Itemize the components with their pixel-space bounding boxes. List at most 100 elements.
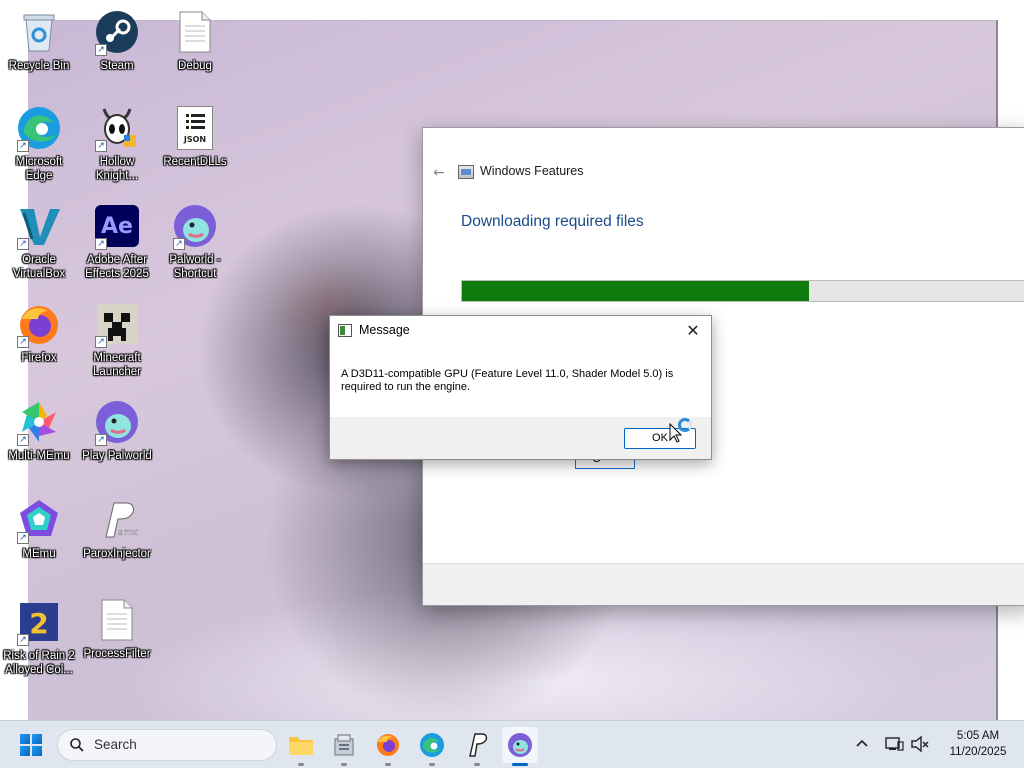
running-indicator bbox=[474, 763, 480, 766]
json-badge: JSON bbox=[183, 135, 207, 144]
desktop: Recycle Bin ↗ Microsoft Edge ↗ Oracle Vi… bbox=[0, 0, 1024, 720]
palworld-icon bbox=[508, 733, 532, 757]
memu-icon: ↗ bbox=[15, 496, 63, 544]
firefox-icon bbox=[377, 734, 399, 756]
taskbar-edge[interactable] bbox=[414, 727, 450, 766]
shortcut-arrow-icon: ↗ bbox=[17, 336, 29, 348]
windows-features-app-icon bbox=[458, 165, 474, 179]
volume-muted-icon[interactable] bbox=[910, 734, 930, 754]
svg-text:2: 2 bbox=[29, 607, 48, 640]
shortcut-arrow-icon: ↗ bbox=[95, 140, 107, 152]
taskbar-parox[interactable] bbox=[459, 727, 495, 766]
palworld-icon: ↗ bbox=[171, 202, 219, 250]
taskbar-palworld[interactable] bbox=[502, 727, 538, 766]
desktop-icon-virtualbox[interactable]: ↗ Oracle VirtualBox bbox=[0, 202, 78, 281]
desktop-icon-steam[interactable]: ↗ Steam bbox=[78, 8, 156, 73]
desktop-icon-label: Multi-MEmu bbox=[8, 450, 70, 462]
file-explorer-icon bbox=[289, 737, 313, 755]
desktop-icon-label: RecentDLLs bbox=[163, 156, 227, 168]
search-icon bbox=[70, 738, 84, 752]
desktop-icon-label: Risk of Rain 2 Alloyed Col... bbox=[3, 650, 75, 676]
recycle-bin-icon bbox=[15, 8, 63, 56]
desktop-icon-recycle-bin[interactable]: Recycle Bin bbox=[0, 8, 78, 73]
taskbar-file-explorer[interactable] bbox=[283, 727, 319, 766]
clock-time: 5:05 AM bbox=[956, 730, 1000, 742]
document-icon bbox=[93, 596, 141, 644]
progress-fill bbox=[462, 281, 809, 301]
back-arrow-icon[interactable]: ← bbox=[430, 164, 448, 182]
json-file-icon: JSON bbox=[171, 104, 219, 152]
close-icon[interactable]: ✕ bbox=[681, 320, 705, 342]
desktop-icon-label: Oracle VirtualBox bbox=[12, 254, 66, 280]
desktop-icon-hollow-knight[interactable]: ↗ Hollow Knight... bbox=[78, 104, 156, 183]
download-progress-bar bbox=[461, 280, 1024, 302]
desktop-icon-label: Minecraft Launcher bbox=[93, 352, 141, 378]
desktop-icon-multi-memu[interactable]: ↗ Multi-MEmu bbox=[0, 398, 78, 463]
parox-icon: arox bbox=[93, 496, 141, 544]
taskbar-search-box[interactable]: Search bbox=[57, 729, 277, 761]
download-heading: Downloading required files bbox=[461, 213, 644, 230]
shortcut-arrow-icon: ↗ bbox=[173, 238, 185, 250]
desktop-icon-label: Adobe After Effects 2025 bbox=[85, 254, 149, 280]
shortcut-arrow-icon: ↗ bbox=[95, 44, 107, 56]
desktop-icon-play-palworld[interactable]: ↗ Play Palworld bbox=[78, 398, 156, 463]
shortcut-arrow-icon: ↗ bbox=[17, 532, 29, 544]
shortcut-arrow-icon: ↗ bbox=[17, 434, 29, 446]
desktop-icon-label: Steam bbox=[100, 60, 134, 72]
dialog-body: A D3D11-compatible GPU (Feature Level 11… bbox=[330, 346, 711, 418]
document-icon bbox=[171, 8, 219, 56]
running-indicator bbox=[512, 763, 528, 766]
desktop-icon-edge[interactable]: ↗ Microsoft Edge bbox=[0, 104, 78, 183]
taskbar-firefox[interactable] bbox=[370, 727, 406, 766]
desktop-icon-label: Hollow Knight... bbox=[95, 156, 139, 182]
risk-of-rain-icon: 2 ↗ bbox=[15, 598, 63, 646]
file-manager-icon bbox=[334, 734, 354, 756]
desktop-icon-risk-of-rain[interactable]: 2 ↗ Risk of Rain 2 Alloyed Col... bbox=[0, 598, 78, 677]
minecraft-icon: ↗ bbox=[93, 300, 141, 348]
hollow-knight-icon: ↗ bbox=[93, 104, 141, 152]
dialog-footer: OK bbox=[330, 417, 711, 459]
edge-icon bbox=[420, 733, 444, 757]
search-placeholder: Search bbox=[94, 737, 137, 752]
desktop-icon-firefox[interactable]: ↗ Firefox bbox=[0, 300, 78, 365]
taskbar-file-manager[interactable] bbox=[326, 727, 362, 766]
running-indicator bbox=[298, 763, 304, 766]
palworld-icon: ↗ bbox=[93, 398, 141, 446]
desktop-icon-after-effects[interactable]: Ae ↗ Adobe After Effects 2025 bbox=[78, 202, 156, 281]
taskbar: Search 5:05 AM 11/20/2025 bbox=[0, 720, 1024, 768]
desktop-icon-recent-dlls[interactable]: JSON RecentDLLs bbox=[156, 104, 234, 169]
desktop-icon-parox-injector[interactable]: arox ParoxInjector bbox=[78, 496, 156, 561]
network-icon[interactable] bbox=[884, 734, 904, 754]
desktop-icon-memu[interactable]: ↗ MEmu bbox=[0, 496, 78, 561]
desktop-icon-palworld-shortcut[interactable]: ↗ Palworld - Shortcut bbox=[156, 202, 234, 281]
desktop-icon-debug[interactable]: Debug bbox=[156, 8, 234, 73]
desktop-icon-label: Recycle Bin bbox=[8, 60, 70, 72]
steam-icon: ↗ bbox=[93, 8, 141, 56]
clock-date: 11/20/2025 bbox=[949, 746, 1007, 758]
message-dialog[interactable]: Message ✕ A D3D11-compatible GPU (Featur… bbox=[329, 315, 712, 460]
shortcut-arrow-icon: ↗ bbox=[95, 238, 107, 250]
desktop-icon-process-filter[interactable]: ProcessFilter bbox=[78, 596, 156, 661]
desktop-icon-minecraft[interactable]: ↗ Minecraft Launcher bbox=[78, 300, 156, 379]
shortcut-arrow-icon: ↗ bbox=[95, 336, 107, 348]
svg-text:arox: arox bbox=[118, 528, 138, 538]
dialog-title: Message bbox=[359, 323, 410, 337]
running-indicator bbox=[429, 763, 435, 766]
error-message-text: A D3D11-compatible GPU (Feature Level 11… bbox=[341, 368, 674, 393]
start-button[interactable] bbox=[20, 734, 42, 756]
shortcut-arrow-icon: ↗ bbox=[17, 634, 29, 646]
desktop-icon-label: ProcessFilter bbox=[83, 648, 151, 660]
desktop-icon-label: Firefox bbox=[21, 352, 57, 364]
desktop-icon-label: Debug bbox=[178, 60, 212, 72]
running-indicator bbox=[341, 763, 347, 766]
parox-icon bbox=[469, 733, 488, 757]
shortcut-arrow-icon: ↗ bbox=[17, 140, 29, 152]
dialog-titlebar[interactable]: Message ✕ bbox=[330, 316, 711, 346]
busy-spinner-icon bbox=[678, 418, 692, 432]
system-clock[interactable]: 5:05 AM 11/20/2025 bbox=[938, 728, 1018, 760]
shortcut-arrow-icon: ↗ bbox=[17, 238, 29, 250]
chevron-up-icon[interactable] bbox=[852, 734, 872, 754]
after-effects-badge: Ae bbox=[101, 213, 133, 239]
multi-memu-icon: ↗ bbox=[15, 398, 63, 446]
desktop-icon-label: Play Palworld bbox=[82, 450, 152, 462]
